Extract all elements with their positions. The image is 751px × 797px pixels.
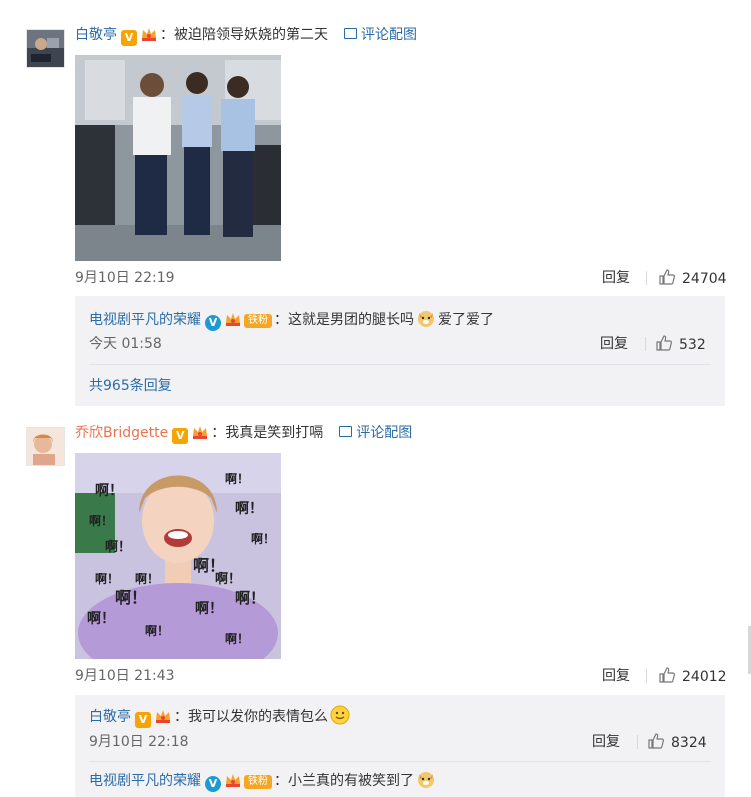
reply-user-name[interactable]: 电视剧平凡的荣耀 xyxy=(89,773,201,789)
comment-picture-link[interactable]: 评论配图 xyxy=(339,425,412,441)
reply-header: 电视剧平凡的荣耀 V 铁粉 ：这就是男团的腿长吗 爱了爱了 xyxy=(89,308,494,331)
vip-crown-icon xyxy=(226,313,240,326)
divider xyxy=(646,669,647,683)
comment-image[interactable] xyxy=(75,55,281,261)
sticker-text: 啊！ xyxy=(105,540,131,555)
image-icon xyxy=(339,426,353,437)
sticker-text: 啊！ xyxy=(225,471,249,486)
verified-blue-icon: V xyxy=(205,315,221,331)
divider xyxy=(646,271,647,285)
comment-time: 9月10日 21:43 xyxy=(75,668,175,684)
like-button[interactable]: 24012 xyxy=(658,666,727,687)
like-count: 8324 xyxy=(671,735,707,751)
reply-button[interactable]: 回复 xyxy=(600,334,628,354)
reply-user-name[interactable]: 白敬亭 xyxy=(89,709,131,725)
like-button[interactable]: 8324 xyxy=(647,732,707,753)
comment-text: ：被迫陪领导妖娆的第二天 xyxy=(160,27,328,43)
reply-time: 9月10日 22:18 xyxy=(89,734,189,750)
sticker-text: 啊！ xyxy=(87,611,115,627)
comment-text: ：我真是笑到打嗝 xyxy=(211,425,324,441)
thumbs-up-icon xyxy=(656,335,672,351)
sticker-text: 啊！ xyxy=(195,601,223,617)
vip-crown-icon xyxy=(142,28,156,41)
reply-button[interactable]: 回复 xyxy=(602,268,630,288)
fan-badge: 铁粉 xyxy=(244,775,272,789)
verified-v-icon: V xyxy=(135,712,151,728)
reply-header: 电视剧平凡的荣耀 V 铁粉 ：小兰真的有被笑到了 xyxy=(89,769,438,792)
commenter-avatar[interactable] xyxy=(26,29,65,68)
like-button[interactable]: 532 xyxy=(655,334,706,355)
commenter-name[interactable]: 白敬亭 xyxy=(75,27,117,43)
like-button[interactable]: 24704 xyxy=(658,268,727,289)
reply-list: 电视剧平凡的荣耀 V 铁粉 ：这就是男团的腿长吗 爱了爱了 今天 01:58 回复 53… xyxy=(75,296,725,406)
reply-button[interactable]: 回复 xyxy=(602,666,630,686)
doge-emoji-icon xyxy=(418,772,434,788)
reply-header: 白敬亭 V ：我可以发你的表情包么 xyxy=(89,705,350,728)
vip-crown-icon xyxy=(226,774,240,787)
vip-crown-icon xyxy=(193,426,208,439)
like-count: 24704 xyxy=(682,271,727,287)
reply-text: ：小兰真的有被笑到了 xyxy=(274,773,414,789)
sticker-text: 啊！ xyxy=(225,631,249,646)
vip-crown-icon xyxy=(156,710,170,723)
reply-button[interactable]: 回复 xyxy=(592,732,620,752)
comment-picture-link-label: 评论配图 xyxy=(356,425,413,441)
thumbs-up-icon xyxy=(659,269,675,285)
sticker-text: 啊！ xyxy=(251,531,275,546)
comment-picture-link-label: 评论配图 xyxy=(361,27,417,43)
more-replies-link[interactable]: 共965条回复 xyxy=(89,376,172,396)
reply-text-after-emoji: 爱了爱了 xyxy=(438,312,494,328)
divider xyxy=(645,337,646,351)
verified-v-icon: V xyxy=(172,428,189,444)
reply-text: ：这就是男团的腿长吗 xyxy=(274,312,414,328)
sticker-text: 啊！ xyxy=(235,501,263,517)
sticker-text: 啊！ xyxy=(145,623,169,638)
reply-user-name[interactable]: 电视剧平凡的荣耀 xyxy=(89,312,201,328)
divider xyxy=(89,761,711,762)
image-icon xyxy=(344,28,357,39)
sticker-text: 啊！ xyxy=(95,483,123,499)
doge-emoji-icon xyxy=(418,311,434,327)
thumbs-up-icon xyxy=(659,667,675,683)
comment-header: 乔欣Bridgette V ：我真是笑到打嗝 评论配图 xyxy=(75,422,412,444)
like-count: 532 xyxy=(679,337,706,353)
reply-list: 白敬亭 V ：我可以发你的表情包么 9月10日 22:18 回复 8324 电视剧平… xyxy=(75,695,725,797)
sticker-text: 啊！ xyxy=(115,588,147,607)
sticker-text: 啊！ xyxy=(235,589,265,607)
like-count: 24012 xyxy=(682,669,727,685)
comment-header: 白敬亭 V ：被迫陪领导妖娆的第二天 评论配图 xyxy=(75,24,417,46)
smile-emoji-icon xyxy=(330,705,350,725)
thumbs-up-icon xyxy=(648,733,664,749)
comment-picture-link[interactable]: 评论配图 xyxy=(344,27,417,43)
divider xyxy=(637,735,638,749)
sticker-text: 啊！ xyxy=(135,571,159,586)
sticker-text: 啊！ xyxy=(95,571,119,586)
comment-time: 9月10日 22:19 xyxy=(75,270,175,286)
commenter-name[interactable]: 乔欣Bridgette xyxy=(75,425,168,441)
sticker-text: 啊！ xyxy=(89,513,113,528)
divider xyxy=(89,364,711,365)
reply-time: 今天 01:58 xyxy=(89,336,162,352)
verified-blue-icon: V xyxy=(205,776,221,792)
comment-image[interactable]: 啊！ 啊！ 啊！ 啊！ 啊！ 啊！ 啊！ 啊！ 啊！ 啊！ 啊！ 啊！ 啊！ 啊… xyxy=(75,453,281,659)
verified-v-icon: V xyxy=(121,30,137,46)
fan-badge: 铁粉 xyxy=(244,314,272,328)
commenter-avatar[interactable] xyxy=(26,427,65,466)
sticker-text: 啊！ xyxy=(193,556,225,575)
reply-text: ：我可以发你的表情包么 xyxy=(174,709,328,725)
